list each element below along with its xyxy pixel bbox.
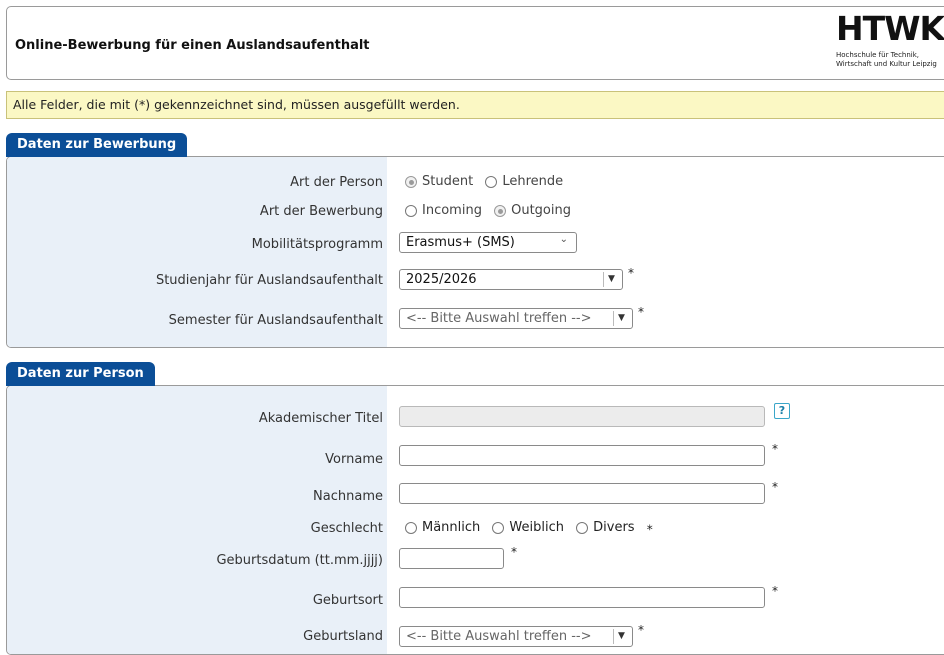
geschlecht-label: Geschlecht	[310, 521, 383, 536]
geburtsland-required-mark: *	[638, 623, 644, 637]
studienjahr-value: 2025/2026	[406, 272, 477, 287]
radio-divers-label: Divers	[593, 520, 635, 535]
nachname-input[interactable]	[399, 483, 765, 504]
radio-incoming-circle[interactable]	[405, 204, 417, 217]
section-bewerbung: Art der Person Student Lehrende Art der …	[6, 156, 944, 348]
geschlecht-radio-group: Männlich Weiblich Divers *	[405, 520, 653, 538]
radio-maennlich[interactable]: Männlich	[405, 520, 480, 535]
art-person-radio-group: Student Lehrende	[405, 174, 571, 192]
mobilitaet-label: Mobilitätsprogramm	[251, 237, 383, 252]
logo-subtitle-line-2: Wirtschaft und Kultur Leipzig	[836, 60, 937, 68]
mobilitaet-select[interactable]: Erasmus+ (SMS) ⌄	[399, 232, 577, 253]
akademischer-titel-input[interactable]	[399, 406, 765, 427]
page-title: Online-Bewerbung für einen Auslandsaufen…	[15, 38, 370, 53]
geschlecht-required-mark: *	[646, 522, 653, 537]
radio-outgoing-label: Outgoing	[511, 203, 571, 218]
vorname-input[interactable]	[399, 445, 765, 466]
radio-student-label: Student	[422, 174, 474, 189]
geburtsort-input[interactable]	[399, 587, 765, 608]
section-person: Akademischer Titel ? Vorname * Nachname …	[6, 385, 944, 655]
radio-divers[interactable]: Divers	[576, 520, 635, 535]
radio-lehrende-circle[interactable]	[485, 175, 498, 188]
studienjahr-label: Studienjahr für Auslandsaufenthalt	[155, 273, 383, 288]
semester-value: <-- Bitte Auswahl treffen -->	[406, 311, 592, 326]
geburtsdatum-label: Geburtsdatum (tt.mm.jjjj)	[216, 553, 383, 568]
label-column	[7, 386, 387, 654]
radio-student[interactable]: Student	[405, 174, 473, 189]
art-bewerbung-radio-group: Incoming Outgoing	[405, 203, 579, 221]
section-tab-bewerbung: Daten zur Bewerbung	[6, 133, 188, 157]
radio-outgoing[interactable]: Outgoing	[494, 203, 571, 218]
geburtsort-label: Geburtsort	[312, 593, 383, 608]
page-header: Online-Bewerbung für einen Auslandsaufen…	[6, 6, 944, 80]
akademischer-titel-label: Akademischer Titel	[258, 411, 383, 426]
radio-outgoing-circle[interactable]	[494, 204, 507, 217]
semester-required-mark: *	[638, 305, 644, 319]
studienjahr-required-mark: *	[628, 266, 634, 280]
radio-lehrende-label: Lehrende	[502, 174, 564, 189]
radio-student-circle[interactable]	[405, 175, 417, 188]
radio-weiblich[interactable]: Weiblich	[492, 520, 564, 535]
vorname-required-mark: *	[772, 442, 778, 456]
logo-wordmark: HTWK	[836, 9, 944, 48]
section-tab-person: Daten zur Person	[6, 362, 155, 386]
radio-incoming-label: Incoming	[422, 203, 482, 218]
geburtsort-required-mark: *	[772, 584, 778, 598]
semester-select[interactable]: <-- Bitte Auswahl treffen --> ▼	[399, 308, 633, 329]
help-icon[interactable]: ?	[774, 403, 790, 419]
chevron-down-icon: ⌄	[559, 234, 568, 245]
htwk-logo: HTWK Hochschule für Technik, Wirtschaft …	[836, 12, 944, 69]
nachname-required-mark: *	[772, 480, 778, 494]
art-person-label: Art der Person	[290, 175, 383, 190]
radio-maennlich-label: Männlich	[422, 520, 481, 535]
semester-label: Semester für Auslandsaufenthalt	[168, 313, 383, 328]
art-bewerbung-label: Art der Bewerbung	[259, 204, 383, 219]
studienjahr-select[interactable]: 2025/2026 ▼	[399, 269, 623, 290]
vorname-label: Vorname	[325, 452, 383, 467]
nachname-label: Nachname	[313, 489, 383, 504]
logo-subtitle-line-1: Hochschule für Technik,	[836, 51, 920, 59]
radio-maennlich-circle[interactable]	[405, 521, 417, 534]
radio-incoming[interactable]: Incoming	[405, 203, 482, 218]
dropdown-arrow-icon: ▼	[613, 311, 629, 326]
geburtsdatum-required-mark: *	[511, 545, 517, 559]
mobilitaet-value: Erasmus+ (SMS)	[406, 235, 515, 250]
radio-weiblich-circle[interactable]	[492, 521, 505, 534]
radio-weiblich-label: Weiblich	[509, 520, 564, 535]
radio-divers-circle[interactable]	[576, 521, 589, 534]
dropdown-arrow-icon: ▼	[603, 272, 619, 287]
radio-lehrende[interactable]: Lehrende	[485, 174, 563, 189]
geburtsdatum-input[interactable]	[399, 548, 504, 569]
required-fields-notice: Alle Felder, die mit (*) gekennzeichnet …	[6, 91, 944, 119]
